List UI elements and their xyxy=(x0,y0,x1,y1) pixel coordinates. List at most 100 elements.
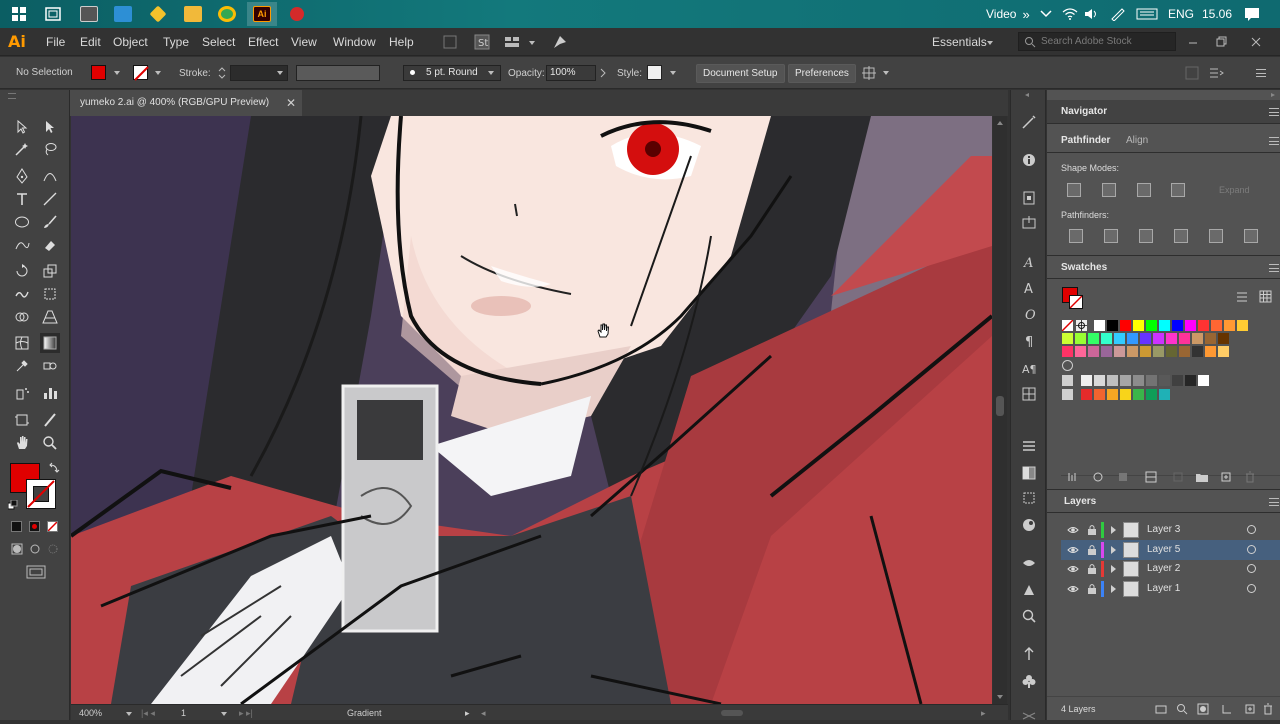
swatch-row2-0[interactable] xyxy=(1062,333,1073,344)
minimize-icon[interactable] xyxy=(1187,36,1203,52)
swatch-extra-1[interactable] xyxy=(1094,389,1105,400)
swatch-row3-3[interactable] xyxy=(1101,346,1112,357)
swatch-row2-2[interactable] xyxy=(1088,333,1099,344)
document-tab[interactable]: yumeko 2.ai @ 400% (RGB/GPU Preview) ✕ xyxy=(70,90,302,116)
minus-back-icon[interactable] xyxy=(1244,229,1258,243)
document-setup-button[interactable]: Document Setup xyxy=(696,64,785,83)
artboard-nav-next-icon[interactable]: ▸ ▸| xyxy=(239,708,253,719)
visibility-eye-icon[interactable] xyxy=(1067,544,1079,556)
color-group-icon[interactable] xyxy=(1062,360,1073,371)
windows-start-icon[interactable] xyxy=(4,2,34,26)
layer-target-icon[interactable] xyxy=(1247,544,1256,554)
restore-icon[interactable] xyxy=(1215,36,1231,52)
swatch-row1-6[interactable] xyxy=(1172,320,1183,331)
bridge-icon[interactable] xyxy=(442,34,458,50)
swatch-row3-2[interactable] xyxy=(1088,346,1099,357)
perspective-grid-tool-icon[interactable] xyxy=(40,307,60,327)
info-panel-icon[interactable] xyxy=(1021,152,1037,168)
align-chevron-icon[interactable] xyxy=(883,71,889,75)
expand-layer-icon[interactable] xyxy=(1111,526,1116,534)
layers-title[interactable]: Layers xyxy=(1064,496,1096,507)
locate-object-icon[interactable] xyxy=(1176,703,1188,715)
pen-tool-icon[interactable] xyxy=(12,166,32,186)
artboard-number[interactable]: 1 xyxy=(181,708,186,718)
paintbrush-tool-icon[interactable] xyxy=(40,212,60,232)
artboard-dropdown-icon[interactable] xyxy=(221,712,227,716)
swatch-extra-0[interactable] xyxy=(1081,389,1092,400)
stroke-weight-stepper[interactable] xyxy=(217,66,227,80)
crop-icon[interactable] xyxy=(1174,229,1188,243)
fill-dropdown-icon[interactable] xyxy=(114,71,120,75)
swatch-extra-5[interactable] xyxy=(1146,389,1157,400)
draw-normal-icon[interactable] xyxy=(11,543,23,555)
gradient-mode-icon[interactable] xyxy=(29,521,40,532)
swap-fill-stroke-icon[interactable] xyxy=(48,462,60,474)
intersect-icon[interactable] xyxy=(1137,183,1151,197)
free-transform-tool-icon[interactable] xyxy=(40,284,60,304)
video-toolbar-label[interactable]: Video xyxy=(986,7,1016,21)
swatch-row1-9[interactable] xyxy=(1211,320,1222,331)
transparency-panel-icon[interactable] xyxy=(1021,465,1037,481)
opentype-panel-icon[interactable]: O xyxy=(1021,306,1037,322)
swatch-row2-10[interactable] xyxy=(1192,333,1203,344)
chevron-up-icon[interactable] xyxy=(1040,0,1052,28)
stroke-panel-icon[interactable] xyxy=(1021,438,1037,454)
layer-row[interactable]: Layer 3 xyxy=(1061,520,1280,540)
delete-swatch-icon[interactable] xyxy=(1244,471,1256,483)
swatch-row1-3[interactable] xyxy=(1133,320,1144,331)
task-view-icon[interactable] xyxy=(38,2,68,26)
opacity-arrow-icon[interactable] xyxy=(600,68,606,78)
workspace-switcher[interactable]: Essentials xyxy=(932,35,987,49)
swatch-row2-7[interactable] xyxy=(1153,333,1164,344)
graphic-style-swatch[interactable] xyxy=(647,65,662,80)
lock-icon[interactable] xyxy=(1087,524,1097,536)
eraser-tool-icon[interactable] xyxy=(40,235,60,255)
swatch-registration[interactable] xyxy=(1076,320,1087,331)
swatch-row1-1[interactable] xyxy=(1107,320,1118,331)
layer-target-icon[interactable] xyxy=(1247,564,1256,573)
menu-view[interactable]: View xyxy=(291,35,317,49)
delete-layer-icon[interactable] xyxy=(1262,703,1274,715)
paragraph-styles-icon[interactable]: A¶ xyxy=(1021,360,1037,376)
swatch-row1-5[interactable] xyxy=(1159,320,1170,331)
variable-width-profile[interactable] xyxy=(296,65,380,81)
none-mode-icon[interactable] xyxy=(47,521,58,532)
warp-tool-icon[interactable] xyxy=(12,284,32,304)
pathfinder-menu-icon[interactable] xyxy=(1269,137,1279,145)
arrange-documents-icon[interactable] xyxy=(504,34,520,50)
app-icon-2[interactable] xyxy=(108,2,138,26)
rotate-tool-icon[interactable] xyxy=(12,261,32,281)
arrange-dropdown-icon[interactable] xyxy=(529,41,535,45)
asset-export-icon[interactable] xyxy=(1021,215,1037,231)
swatch-row1-4[interactable] xyxy=(1146,320,1157,331)
swatch-row2-11[interactable] xyxy=(1205,333,1216,344)
swatch-row1-2[interactable] xyxy=(1120,320,1131,331)
hscroll-right-icon[interactable]: ▸ xyxy=(981,708,986,719)
vertical-scroll-thumb[interactable] xyxy=(996,396,1004,416)
menu-object[interactable]: Object xyxy=(113,35,148,49)
zoom-tool-icon[interactable] xyxy=(40,433,60,453)
stroke-weight-chevron-icon[interactable] xyxy=(277,71,283,75)
grayscale-group-folder-icon[interactable] xyxy=(1062,375,1073,386)
layer-row[interactable]: Layer 5 xyxy=(1061,539,1280,560)
swatch-row3-10[interactable] xyxy=(1192,346,1203,357)
visibility-eye-icon[interactable] xyxy=(1067,563,1079,575)
swatch-row3-4[interactable] xyxy=(1114,346,1125,357)
color-mode-icon[interactable] xyxy=(11,521,22,532)
swatch-grays-0[interactable] xyxy=(1081,375,1092,386)
shape-builder-tool-icon[interactable] xyxy=(12,307,32,327)
magic-wand-tool-icon[interactable] xyxy=(12,139,32,159)
expand-layer-icon[interactable] xyxy=(1111,565,1116,573)
expand-button[interactable]: Expand xyxy=(1219,185,1250,195)
scale-tool-icon[interactable] xyxy=(40,261,60,281)
lock-icon[interactable] xyxy=(1087,544,1097,556)
type-tool-icon[interactable] xyxy=(12,189,32,209)
volume-icon[interactable] xyxy=(1084,0,1100,28)
swatch-row3-0[interactable] xyxy=(1062,346,1073,357)
layers-menu-icon[interactable] xyxy=(1269,498,1279,506)
clock[interactable]: 15.06 xyxy=(1202,7,1232,21)
keyboard-icon[interactable] xyxy=(1136,0,1158,28)
panels-collapse-icon[interactable] xyxy=(1269,92,1277,98)
character-panel-icon[interactable]: A xyxy=(1021,254,1037,270)
stock-icon[interactable]: St xyxy=(474,34,490,50)
